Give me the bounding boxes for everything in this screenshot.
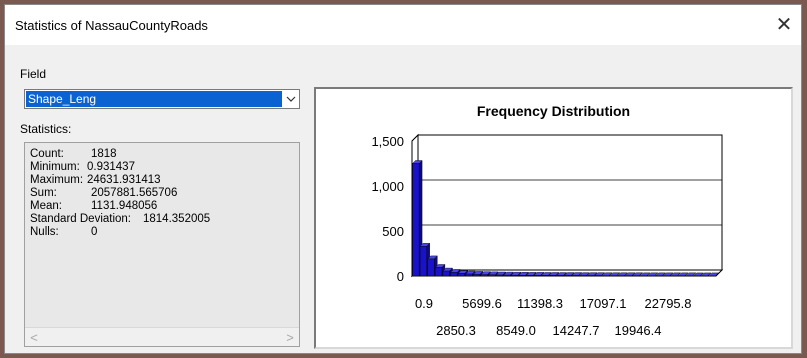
minimum-label: Minimum: bbox=[30, 161, 80, 173]
field-label: Field bbox=[20, 67, 47, 81]
bar bbox=[495, 274, 503, 277]
stddev-label: Standard Deviation: bbox=[30, 213, 132, 225]
close-button[interactable]: ✕ bbox=[769, 9, 799, 39]
nulls-value: 0 bbox=[91, 226, 98, 238]
bar bbox=[541, 275, 549, 277]
bar bbox=[488, 274, 496, 277]
x-tick-label: 5699.6 bbox=[462, 296, 502, 311]
x-tick-label: 2850.3 bbox=[436, 323, 476, 338]
chart-panel: Frequency Distribution 0 500 1,000 1,500 0.9… bbox=[314, 87, 793, 349]
count-label: Count: bbox=[30, 148, 64, 160]
x-tick-label: 0.9 bbox=[415, 296, 433, 311]
bar bbox=[511, 274, 519, 277]
statistics-dialog: Statistics of NassauCountyRoads ✕ Field … bbox=[4, 4, 802, 354]
title-bar: Statistics of NassauCountyRoads ✕ bbox=[5, 5, 801, 45]
bar bbox=[457, 273, 465, 277]
sum-label: Sum: bbox=[30, 187, 57, 199]
stddev-value: 1814.352005 bbox=[143, 213, 211, 225]
bar bbox=[503, 274, 511, 277]
x-tick-label: 11398.3 bbox=[517, 296, 563, 311]
mean-value: 1131.948056 bbox=[91, 200, 158, 212]
bar bbox=[549, 275, 557, 277]
field-selected-value: Shape_Leng bbox=[26, 91, 282, 107]
bar bbox=[526, 275, 534, 277]
plot-back-wall bbox=[417, 134, 723, 271]
statistics-label: Statistics: bbox=[20, 122, 72, 136]
maximum-value: 24631.931413 bbox=[87, 174, 161, 186]
horizontal-scrollbar[interactable]: < > bbox=[25, 327, 299, 346]
scroll-left-icon[interactable]: < bbox=[25, 328, 43, 346]
scroll-right-icon[interactable]: > bbox=[281, 328, 299, 346]
close-icon: ✕ bbox=[775, 13, 793, 36]
bar bbox=[442, 270, 450, 277]
bar bbox=[435, 267, 443, 277]
y-tick-label: 500 bbox=[382, 224, 404, 239]
minimum-value: 0.931437 bbox=[87, 161, 135, 173]
bar bbox=[518, 275, 526, 277]
field-dropdown[interactable]: Shape_Leng bbox=[24, 89, 300, 109]
x-tick-label: 17097.1 bbox=[580, 296, 627, 311]
bar bbox=[465, 273, 473, 277]
bar bbox=[427, 258, 435, 277]
bar bbox=[412, 163, 420, 277]
x-tick-label: 14247.7 bbox=[553, 323, 600, 338]
bar bbox=[473, 274, 481, 277]
sum-value: 2057881.565706 bbox=[91, 187, 178, 199]
x-tick-label: 22795.8 bbox=[645, 296, 692, 311]
x-tick-label: 19946.4 bbox=[615, 323, 662, 338]
y-tick-label: 0 bbox=[397, 269, 404, 284]
bar bbox=[480, 274, 488, 277]
bar bbox=[419, 246, 427, 277]
bar bbox=[533, 275, 541, 277]
window-title: Statistics of NassauCountyRoads bbox=[15, 18, 208, 33]
frequency-chart: 0 500 1,000 1,500 0.9 5699.6 11398.3 17097.1 227… bbox=[371, 133, 724, 338]
y-tick-label: 1,000 bbox=[371, 179, 404, 194]
bar bbox=[450, 272, 458, 277]
maximum-label: Maximum: bbox=[30, 174, 84, 186]
x-tick-label: 8549.0 bbox=[496, 323, 536, 338]
y-tick-label: 1,500 bbox=[371, 134, 404, 149]
chevron-down-icon[interactable] bbox=[282, 90, 299, 108]
statistics-text-box[interactable]: Count: 1818 Minimum: 0.931437 Maximum: 2… bbox=[24, 142, 300, 347]
count-value: 1818 bbox=[91, 148, 117, 160]
mean-label: Mean: bbox=[30, 200, 62, 212]
nulls-label: Nulls: bbox=[30, 226, 59, 238]
